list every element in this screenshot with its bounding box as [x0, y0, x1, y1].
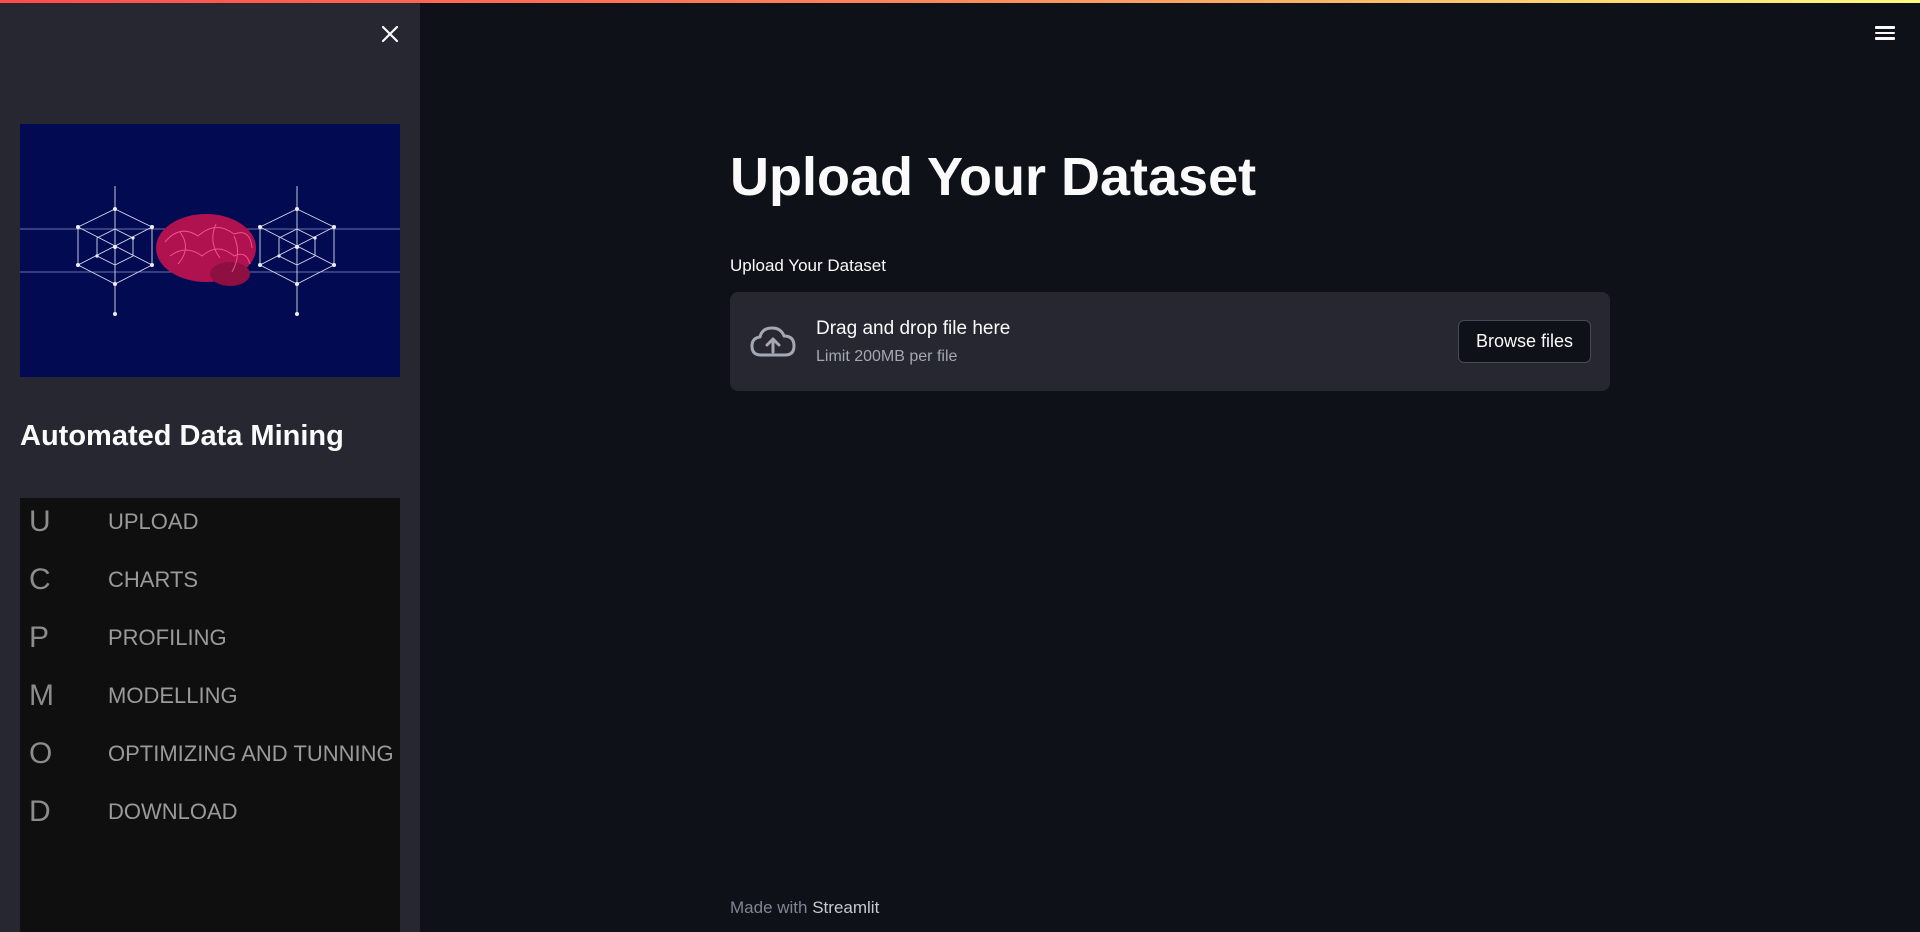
nav-item-icon: D: [29, 795, 51, 828]
close-icon[interactable]: [376, 20, 404, 48]
dropzone-instructions: Drag and drop file here: [816, 318, 1011, 339]
nav-item-icon: O: [29, 737, 53, 770]
nav-item-icon: U: [29, 505, 51, 538]
streamlit-link[interactable]: Streamlit: [812, 898, 879, 917]
sidebar-title: Automated Data Mining: [20, 420, 344, 452]
nav-item-label: MODELLING: [108, 683, 238, 708]
nav-item-label: DOWNLOAD: [108, 799, 238, 824]
footer-text: Made with: [730, 898, 808, 917]
brain-network-image: [20, 124, 400, 377]
nav-item-profiling[interactable]: P PROFILING: [20, 610, 400, 666]
nav-item-icon: P: [29, 621, 50, 654]
nav-item-download[interactable]: D DOWNLOAD: [20, 784, 400, 840]
nav-item-modelling[interactable]: M MODELLING: [20, 668, 400, 724]
footer: Made with Streamlit: [730, 898, 879, 918]
file-uploader-label: Upload Your Dataset: [730, 256, 886, 275]
top-decoration-bar: [0, 0, 1920, 3]
nav-item-label: PROFILING: [108, 625, 227, 650]
option-menu: U UPLOAD C CHARTS P PROFILING M MODELLIN…: [20, 498, 400, 932]
cloud-upload-icon: [748, 322, 798, 362]
nav-item-label: UPLOAD: [108, 509, 199, 534]
nav-item-icon: C: [29, 563, 51, 596]
nav-item-upload[interactable]: U UPLOAD: [20, 498, 400, 550]
nav-item-charts[interactable]: C CHARTS: [20, 552, 400, 608]
nav-item-label: OPTIMIZING AND TUNNING: [108, 741, 394, 766]
page-title: Upload Your Dataset: [730, 147, 1257, 207]
file-dropzone[interactable]: Drag and drop file here Limit 200MB per …: [730, 292, 1610, 391]
file-size-limit: Limit 200MB per file: [816, 348, 958, 365]
sidebar: Automated Data Mining U UPLOAD C CHARTS …: [0, 0, 420, 932]
nav-item-icon: M: [29, 679, 54, 712]
browse-files-button[interactable]: Browse files: [1458, 320, 1591, 363]
hamburger-menu-icon[interactable]: [1870, 20, 1900, 46]
nav-item-label: CHARTS: [108, 567, 199, 592]
nav-item-optimizing[interactable]: O OPTIMIZING AND TUNNING: [20, 726, 400, 782]
